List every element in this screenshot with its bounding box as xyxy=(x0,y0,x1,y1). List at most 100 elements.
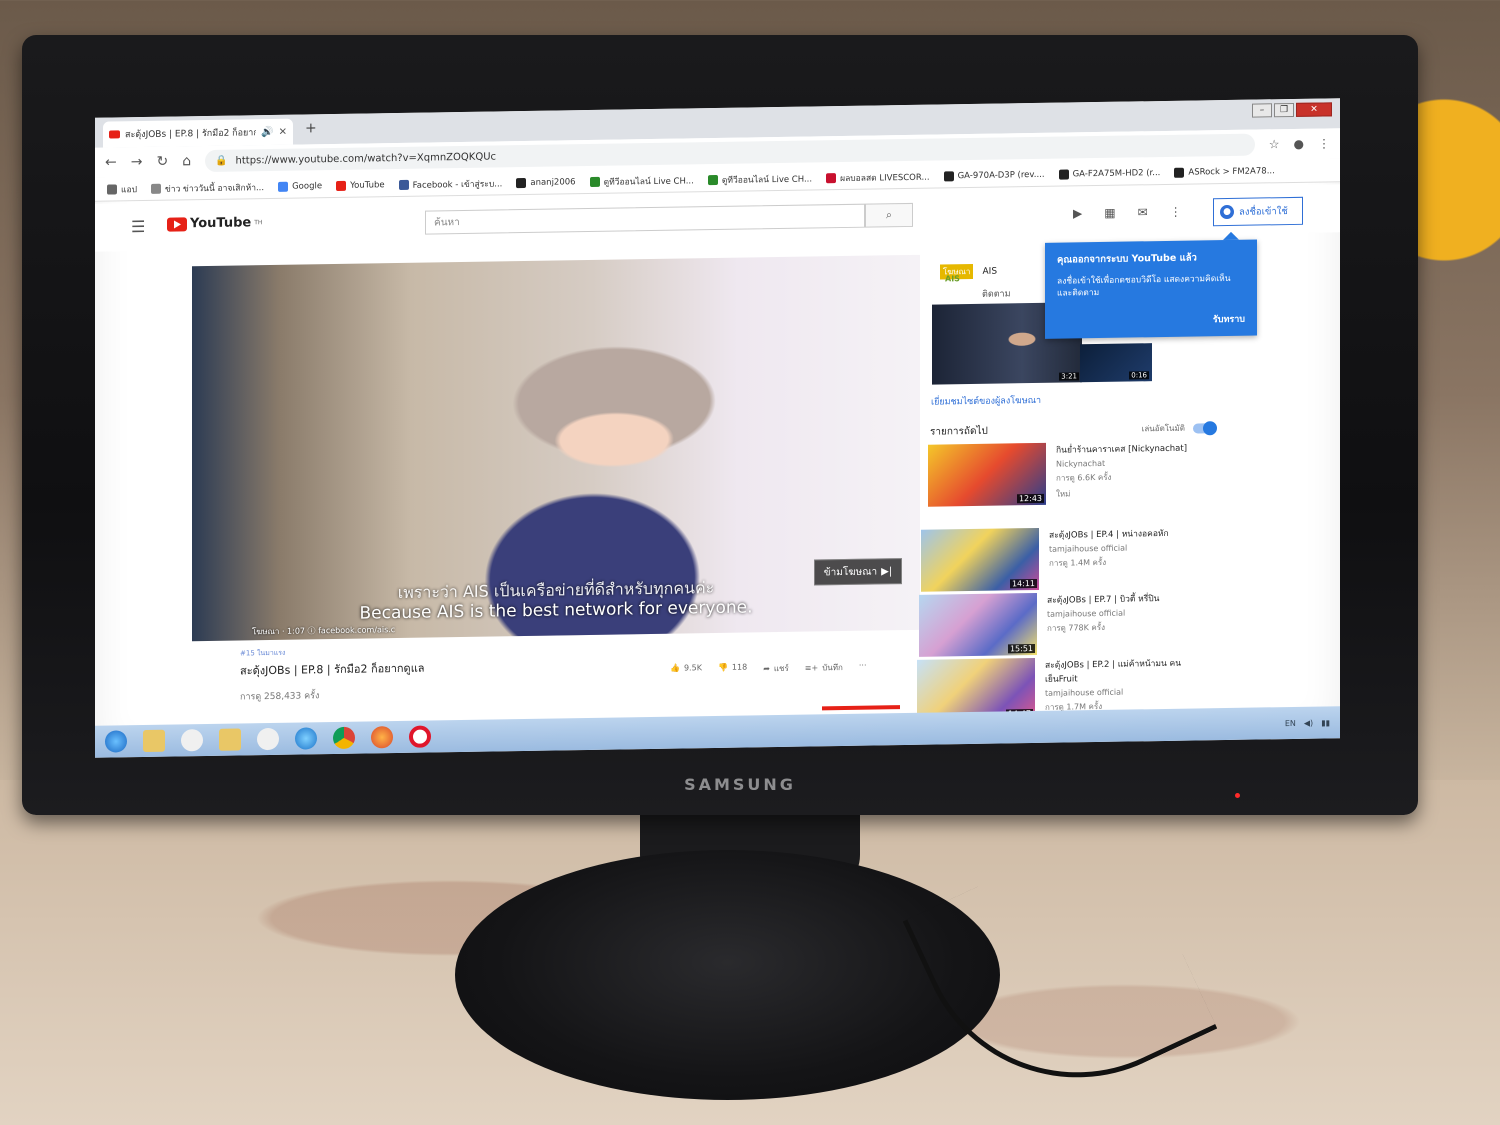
bookmark-item[interactable]: ข่าว ข่าววันนี้ อาจเสิกห้า... xyxy=(150,180,264,196)
network-icon[interactable]: ▮▮ xyxy=(1321,718,1330,727)
up-next-label: รายการถัดไป xyxy=(930,425,988,438)
internet-explorer-icon[interactable] xyxy=(295,727,317,750)
like-button[interactable]: 👍 9.5K xyxy=(670,663,702,677)
bookmark-item[interactable]: ดูทีวีออนไลน์ Live CH... xyxy=(589,173,694,189)
video-info: กินย่ำร้านคาราเคส [Nickynachat] Nickynach… xyxy=(1056,440,1206,504)
bookmark-item[interactable]: ผลบอลสด LIVESCOR... xyxy=(826,169,930,185)
opera-icon[interactable] xyxy=(409,725,431,748)
ad-thumbnail-2[interactable]: 0:16 xyxy=(1080,343,1152,383)
signed-out-tooltip: คุณออกจากระบบ YouTube แล้ว ลงชื่อเข้าใช้… xyxy=(1045,239,1257,339)
firefox-icon[interactable] xyxy=(371,726,393,749)
apps-grid-icon[interactable]: ▦ xyxy=(1104,206,1115,220)
advertiser-site-link[interactable]: เยี่ยมชมไซต์ของผู้ลงโฆษณา xyxy=(931,393,1041,409)
bookmark-item[interactable]: GA-970A-D3P (rev.... xyxy=(943,169,1045,181)
bookmark-label: ผลบอลสด LIVESCOR... xyxy=(840,172,930,184)
monitor-brand: SAMSUNG xyxy=(684,775,796,794)
bookmark-favicon-icon xyxy=(150,183,161,194)
channel-name[interactable]: Nickynachat xyxy=(1056,457,1206,469)
share-label: แชร์ xyxy=(773,663,789,674)
bookmark-item[interactable]: ดูทีวีออนไลน์ Live CH... xyxy=(707,171,812,187)
bookmark-favicon-icon xyxy=(589,176,600,187)
search-button[interactable]: ⌕ xyxy=(865,202,913,228)
video-title[interactable]: สะดุ้งJOBs | EP.4 | หน่างอคอหัก xyxy=(1049,525,1199,541)
video-title[interactable]: สะดุ้งJOBs | EP.2 | แม่ค้าหน้ามน คนเย็นF… xyxy=(1045,655,1195,685)
media-player-icon[interactable] xyxy=(181,729,203,752)
settings-kebab-icon[interactable]: ⋮ xyxy=(1170,205,1182,219)
bookmark-favicon-icon xyxy=(1174,167,1185,178)
back-icon[interactable]: ← xyxy=(105,154,117,170)
video-player[interactable]: เพราะว่า AIS เป็นเครือข่ายที่ดีสำหรับทุก… xyxy=(192,254,920,642)
language-indicator[interactable]: EN xyxy=(1285,718,1296,727)
new-tab-button[interactable]: + xyxy=(305,120,317,136)
ad-duration: 3:21 xyxy=(1059,372,1079,381)
video-thumbnail[interactable]: 14:11 xyxy=(921,527,1039,592)
dislike-button[interactable]: 👎 118 xyxy=(718,663,747,676)
channel-name[interactable]: tamjaihouse official xyxy=(1049,542,1199,554)
bookmark-star-icon[interactable]: ☆ xyxy=(1269,137,1280,151)
monitor-stand-base xyxy=(455,850,1000,1100)
channel-name[interactable]: tamjaihouse official xyxy=(1047,607,1197,619)
like-count: 9.5K xyxy=(683,663,702,673)
save-button[interactable]: ≡+ บันทึก xyxy=(805,661,843,675)
bookmark-label: YouTube xyxy=(350,179,385,191)
bookmark-item[interactable]: Facebook - เข้าสู่ระบ... xyxy=(398,176,502,192)
signin-button[interactable]: ● ลงชื่อเข้าใช้ xyxy=(1213,196,1303,227)
skip-ad-button[interactable]: ข้ามโฆษณา ▶| xyxy=(814,558,902,586)
search-input[interactable]: ค้นหา xyxy=(425,203,865,235)
bookmark-item[interactable]: Google xyxy=(278,181,322,192)
home-icon[interactable]: ⌂ xyxy=(182,153,191,169)
program-icon[interactable] xyxy=(257,727,279,751)
speaker-icon[interactable]: 🔊 xyxy=(261,126,273,137)
video-thumbnail[interactable]: 12:43 xyxy=(928,442,1046,507)
explorer-icon[interactable] xyxy=(143,729,165,753)
youtube-play-icon xyxy=(167,216,187,232)
recommended-video[interactable]: 14:11 สะดุ้งJOBs | EP.4 | หน่างอคอหัก tamj… xyxy=(921,525,1199,592)
bookmark-favicon-icon xyxy=(707,174,718,185)
profile-icon[interactable]: ● xyxy=(1294,137,1304,151)
bookmark-item[interactable]: GA-F2A75M-HD2 (r... xyxy=(1058,168,1160,180)
view-count: การดู 6.6K ครั้ง xyxy=(1056,472,1112,483)
forward-icon[interactable]: → xyxy=(131,154,143,170)
reload-icon[interactable]: ↻ xyxy=(156,154,168,170)
video-title[interactable]: สะดุ้งJOBs | EP.7 | บิวตี้ หรี่ปิน xyxy=(1047,590,1197,606)
ais-logo: AIS xyxy=(945,274,960,284)
share-button[interactable]: ➦ แชร์ xyxy=(763,662,789,675)
maximize-button[interactable]: ❐ xyxy=(1274,102,1294,118)
menu-kebab-icon[interactable]: ⋮ xyxy=(1318,136,1330,150)
youtube-logo[interactable]: YouTube TH xyxy=(167,215,262,231)
close-tab-icon[interactable]: ✕ xyxy=(279,126,287,137)
channel-name[interactable]: tamjaihouse official xyxy=(1045,686,1195,698)
video-info: สะดุ้งJOBs | EP.7 | บิวตี้ หรี่ปิน tamjai… xyxy=(1047,590,1197,654)
video-duration: 15:51 xyxy=(1007,644,1035,654)
power-led xyxy=(1235,793,1240,798)
volume-icon[interactable]: ◀) xyxy=(1304,718,1313,727)
bookmark-item[interactable]: YouTube xyxy=(336,180,385,191)
bookmark-favicon-icon xyxy=(336,180,347,191)
more-actions-button[interactable]: ··· xyxy=(859,661,867,674)
up-next-header: รายการถัดไป เล่นอัตโนมัติ xyxy=(930,420,1215,439)
chrome-icon[interactable] xyxy=(333,726,355,750)
tooltip-dismiss-button[interactable]: รับทราบ xyxy=(1213,312,1245,327)
video-info: สะดุ้งJOBs | EP.4 | หน่างอคอหัก tamjaihou… xyxy=(1049,525,1199,589)
hamburger-menu-icon[interactable]: ☰ xyxy=(131,217,145,236)
bookmark-item[interactable]: ananj2006 xyxy=(516,177,576,188)
account-icon: ● xyxy=(1220,204,1234,220)
bookmark-label: แอป xyxy=(121,184,137,195)
video-thumbnail[interactable]: 15:51 xyxy=(919,592,1037,657)
browser-tab[interactable]: สะดุ้งJOBs | EP.8 | รักมือ2 ก็อยากดูแล 🔊… xyxy=(103,118,293,148)
bookmark-item[interactable]: ASRock > FM2A78... xyxy=(1174,166,1275,178)
bookmark-item[interactable]: แอป xyxy=(107,182,137,196)
tooltip-body: ลงชื่อเข้าใช้เพื่อกดชอบวิดีโอ แสดงความคิ… xyxy=(1057,273,1231,299)
minimize-button[interactable]: – xyxy=(1252,103,1272,118)
youtube-logo-text: YouTube xyxy=(190,215,252,232)
create-video-icon[interactable]: ▶ xyxy=(1073,206,1082,220)
start-button-icon[interactable] xyxy=(105,730,127,753)
video-title[interactable]: กินย่ำร้านคาราเคส [Nickynachat] xyxy=(1056,440,1206,456)
folder-icon[interactable] xyxy=(219,728,241,751)
bookmark-favicon-icon xyxy=(943,170,954,181)
recommended-video[interactable]: 15:51 สะดุ้งJOBs | EP.7 | บิวตี้ หรี่ปิน t… xyxy=(919,590,1197,657)
autoplay-toggle[interactable] xyxy=(1193,422,1215,434)
close-window-button[interactable]: ✕ xyxy=(1296,102,1332,117)
messages-icon[interactable]: ✉ xyxy=(1138,205,1148,219)
recommended-video[interactable]: 12:43 กินย่ำร้านคาราเคส [Nickynachat] Nick… xyxy=(928,440,1206,507)
